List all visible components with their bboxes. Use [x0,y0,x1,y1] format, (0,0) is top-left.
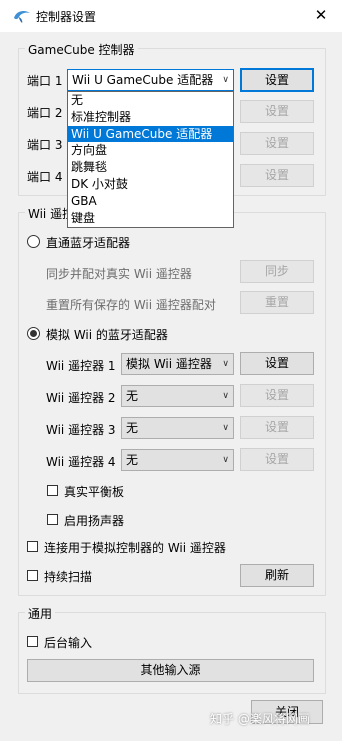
passthrough-label: 直通蓝牙适配器 [46,236,131,250]
emulated-bt-radio[interactable] [27,327,40,340]
wii-remote-1-select[interactable]: 模拟 Wii 遥控器 ∨ [121,353,234,375]
passthrough-radio[interactable] [27,235,40,248]
port-4-label: 端口 4 [27,170,63,184]
port-4-settings-button[interactable]: 设置 [240,164,314,187]
wii-remote-3-settings-button[interactable]: 设置 [240,416,314,439]
port-2-settings-button[interactable]: 设置 [240,100,314,123]
background-input-label: 后台输入 [44,636,93,650]
dropdown-option[interactable]: DK 小对鼓 [68,176,233,193]
continuous-scan-label: 持续扫描 [44,570,93,584]
port-1-select[interactable]: Wii U GameCube 适配器 ∨ [67,69,234,91]
port-1-label: 端口 1 [27,74,63,88]
dropdown-option[interactable]: 标准控制器 [68,109,233,126]
wii-remote-3-value: 无 [126,421,139,435]
reset-button[interactable]: 重置 [240,291,314,314]
connect-remotes-label: 连接用于模拟控制器的 Wii 遥控器 [44,541,226,555]
balance-board-checkbox[interactable] [47,485,58,496]
dolphin-icon [14,10,30,23]
wii-remote-4-label: Wii 遥控器 4 [46,455,116,469]
wii-remote-2-label: Wii 遥控器 2 [46,391,116,405]
wii-remote-4-value: 无 [126,453,139,467]
dropdown-option[interactable]: GBA [68,193,233,210]
dropdown-option[interactable]: 键盘 [68,210,233,227]
wii-remote-2-settings-button[interactable]: 设置 [240,384,314,407]
dropdown-option[interactable]: 方向盘 [68,142,233,159]
port-1-value: Wii U GameCube 适配器 [72,73,214,87]
reset-label: 重置所有保存的 Wii 遥控器配对 [46,298,216,312]
dropdown-option-selected[interactable]: Wii U GameCube 适配器 [68,125,233,143]
close-window-button[interactable]: ✕ [308,2,334,28]
port-3-label: 端口 3 [27,138,63,152]
balance-board-label: 真实平衡板 [64,485,125,499]
chevron-down-icon: ∨ [222,423,229,433]
chevron-down-icon: ∨ [222,391,229,401]
window-title: 控制器设置 [36,10,97,24]
continuous-scan-checkbox[interactable] [27,570,38,581]
dropdown-option[interactable]: 跳舞毯 [68,159,233,176]
wii-remote-2-select[interactable]: 无 ∨ [121,385,234,407]
general-group-title: 通用 [25,605,56,622]
wii-remote-4-settings-button[interactable]: 设置 [240,448,314,471]
wii-remote-1-value: 模拟 Wii 遥控器 [126,357,212,371]
chevron-down-icon: ∨ [222,75,229,85]
other-input-sources-button[interactable]: 其他输入源 [27,659,314,682]
wii-remote-3-label: Wii 遥控器 3 [46,423,116,437]
emulated-bt-label: 模拟 Wii 的蓝牙适配器 [46,328,168,342]
wii-remote-3-select[interactable]: 无 ∨ [121,417,234,439]
refresh-button[interactable]: 刷新 [240,564,314,587]
wii-remote-2-value: 无 [126,389,139,403]
connect-remotes-checkbox[interactable] [27,541,38,552]
speaker-checkbox[interactable] [47,514,58,525]
wii-remote-1-settings-button[interactable]: 设置 [240,352,314,375]
port-1-settings-button[interactable]: 设置 [240,68,314,92]
gamecube-group-title: GameCube 控制器 [25,41,138,58]
port-3-settings-button[interactable]: 设置 [240,132,314,155]
wii-remote-4-select[interactable]: 无 ∨ [121,449,234,471]
port-1-dropdown-list: 无 标准控制器 Wii U GameCube 适配器 方向盘 跳舞毯 DK 小对… [67,91,234,228]
watermark: 知乎 @楽风将网画 [210,712,310,726]
chevron-down-icon: ∨ [222,455,229,465]
chevron-down-icon: ∨ [222,359,229,369]
sync-button[interactable]: 同步 [240,260,314,283]
sync-label: 同步并配对真实 Wii 遥控器 [46,267,192,281]
speaker-label: 启用扬声器 [64,514,125,528]
background-input-checkbox[interactable] [27,636,38,647]
port-2-label: 端口 2 [27,106,63,120]
wii-remote-1-label: Wii 遥控器 1 [46,359,116,373]
dropdown-option[interactable]: 无 [68,92,233,109]
